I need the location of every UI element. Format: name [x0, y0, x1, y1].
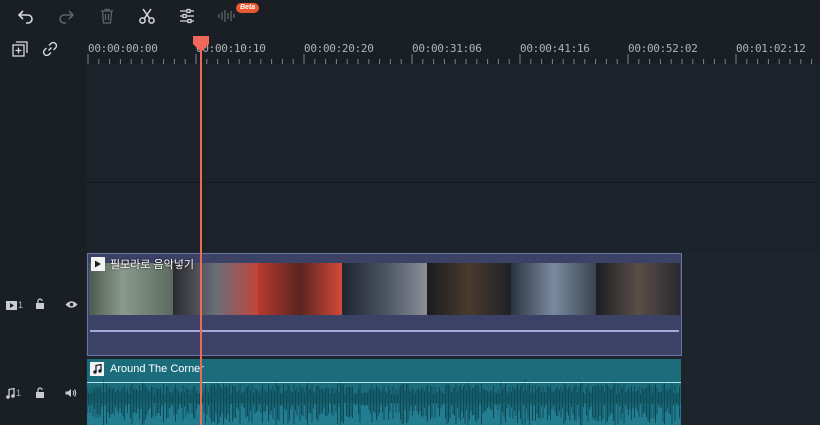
audio-mute-button[interactable] — [65, 388, 77, 398]
video-track-label: 1 — [6, 299, 23, 311]
add-track-icon — [12, 41, 28, 57]
audio-track-header: 1 — [0, 358, 86, 425]
thumbnail — [595, 263, 680, 315]
beta-badge: Beta — [236, 3, 260, 13]
audio-clip-header: Around The Corner — [90, 362, 204, 376]
playhead-handle[interactable] — [192, 36, 210, 52]
undo-icon — [17, 10, 33, 24]
speaker-icon — [65, 389, 77, 397]
thumbnail — [426, 263, 512, 315]
redo-icon — [59, 10, 75, 24]
empty-track-headers — [0, 64, 86, 254]
trash-icon — [101, 8, 113, 24]
add-track-button[interactable] — [8, 38, 32, 60]
video-lock-button[interactable] — [35, 298, 45, 310]
unlock-icon — [36, 298, 44, 309]
playhead-line[interactable] — [200, 48, 202, 425]
scissors-icon — [139, 8, 155, 24]
music-note-icon — [6, 387, 15, 399]
cut-button[interactable] — [135, 5, 159, 27]
thumbnail — [257, 263, 343, 315]
eye-icon — [65, 301, 78, 308]
audio-clip[interactable]: Around The Corner — [87, 359, 681, 425]
waveform-icon — [218, 10, 235, 22]
ruler-ticks — [87, 54, 813, 64]
empty-track-area[interactable] — [0, 64, 820, 254]
audio-track-label: 1 — [6, 387, 21, 399]
link-button[interactable] — [38, 38, 62, 60]
timeline-toolbar: Beta — [0, 0, 820, 34]
thumbnail — [342, 263, 427, 315]
thumbnail — [511, 263, 596, 315]
video-clip[interactable]: 필모라로 음악넣기 — [87, 253, 682, 356]
adjust-button[interactable] — [175, 5, 199, 27]
video-track-number: 1 — [18, 300, 24, 310]
clip-volume-line[interactable] — [90, 330, 679, 332]
unlock-icon — [36, 387, 44, 398]
undo-button[interactable] — [14, 5, 38, 27]
delete-button[interactable] — [95, 5, 119, 27]
video-visibility-button[interactable] — [65, 300, 78, 309]
audio-track-number: 1 — [16, 388, 22, 398]
video-clip-header: 필모라로 음악넣기 — [91, 256, 194, 272]
audio-volume-line[interactable] — [87, 382, 681, 383]
audio-clip-title: Around The Corner — [110, 363, 204, 375]
video-clip-title: 필모라로 음악넣기 — [110, 259, 195, 271]
video-track-icon — [6, 300, 17, 310]
redo-button[interactable] — [54, 5, 78, 27]
play-icon — [91, 257, 105, 271]
timeline-left-tools — [0, 34, 86, 64]
audio-lock-button[interactable] — [35, 387, 45, 399]
sliders-icon — [180, 8, 194, 24]
music-icon — [90, 362, 104, 376]
link-icon — [42, 41, 58, 57]
track-divider — [86, 182, 820, 183]
video-track-header: 1 — [0, 254, 86, 358]
